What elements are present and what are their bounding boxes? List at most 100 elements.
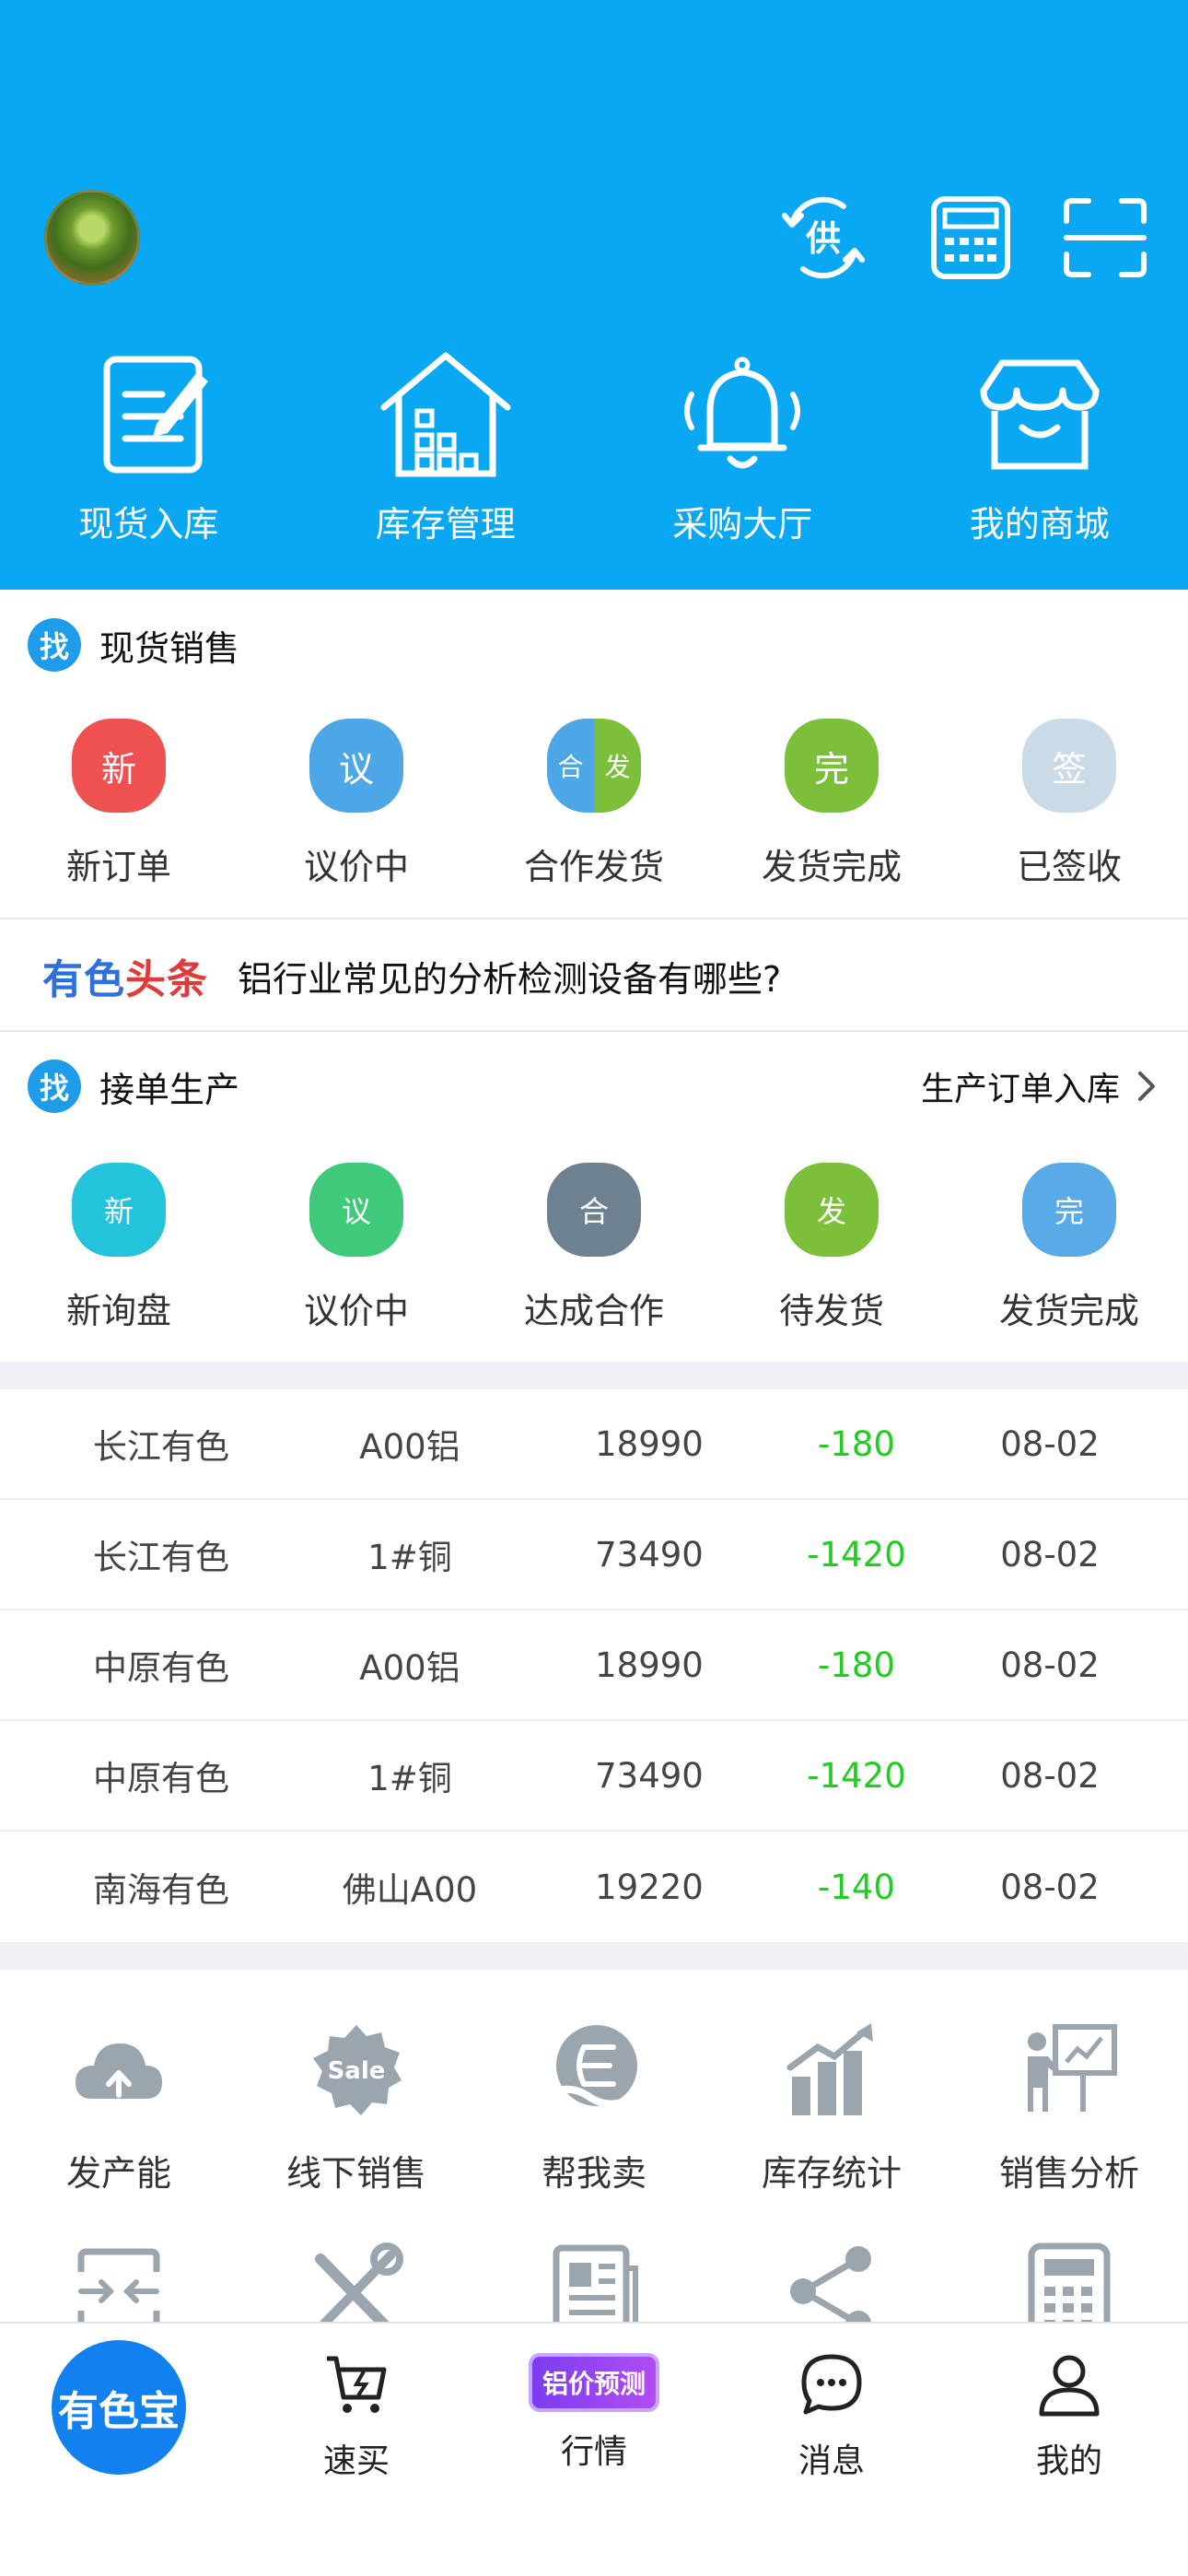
product-cell: 1#铜 [367,1759,452,1798]
status-label: 发货完成 [761,847,902,887]
price-cell: 18990 [595,1423,704,1464]
nav-me[interactable]: 我的 [950,2324,1188,2576]
status-signed[interactable]: 签 已签收 [950,719,1188,894]
scan-icon[interactable] [1061,195,1149,280]
change-cell: -180 [818,1645,895,1685]
supply-icon-char: 供 [806,218,841,259]
status-new-order[interactable]: 新 新订单 [0,719,238,894]
status-ship-done[interactable]: 完 发货完成 [713,719,950,894]
change-cell: -140 [818,1867,895,1907]
product-cell: 佛山A00 [342,1870,478,1910]
sale-text: Sale [328,2057,386,2085]
tool-label: 发产能 [65,2153,171,2194]
quick-inventory[interactable]: 库存管理 [297,350,595,553]
status-negotiating[interactable]: 议 议价中 [238,1163,475,1338]
news-brand-a: 有色 [42,956,125,1003]
warehouse-icon [377,350,515,479]
find-badge: 找 [28,1060,81,1113]
divider [0,918,1188,919]
price-forecast-badge[interactable]: 铝价预测 [529,2353,659,2412]
status-label: 新询盘 [65,1291,171,1331]
change-cell: -180 [818,1423,895,1464]
nav-quick-buy[interactable]: 速买 [238,2324,475,2576]
status-label: 待发货 [778,1291,884,1331]
date-cell: 08-02 [1000,1534,1100,1575]
news-ticker[interactable]: 有色头条 铝行业常见的分析检测设备有哪些? [0,921,1188,1030]
table-row[interactable]: 长江有色 1#铜 73490 -1420 08-02 [0,1500,1188,1610]
link-label: 生产订单入库 [920,1071,1120,1108]
section-gap [0,1942,1188,1970]
status-icon: 新 [72,719,166,813]
status-icon: 合 发 [547,719,641,813]
nav-label: 速买 [322,2442,390,2480]
change-cell: -1420 [807,1755,906,1796]
status-ship-done[interactable]: 完 发货完成 [950,1163,1188,1338]
tool-publish-capacity[interactable]: 发产能 [0,2008,238,2230]
quick-purchase-hall[interactable]: 采购大厅 [594,350,891,553]
chevron-right-icon [1138,1071,1155,1101]
date-cell: 08-02 [1000,1423,1100,1464]
status-negotiating[interactable]: 议 议价中 [238,719,475,894]
supply-exchange-icon[interactable]: 供 [779,195,868,280]
quick-stock-in[interactable]: 现货入库 [0,350,297,553]
home-button[interactable]: 有色宝 [52,2340,186,2475]
table-row[interactable]: 南海有色 佛山A00 19220 -140 08-02 [0,1832,1188,1942]
quick-nav-label: 库存管理 [375,504,516,544]
quick-my-shop[interactable]: 我的商城 [891,350,1188,553]
find-badge: 找 [28,618,81,672]
status-icon: 完 [1022,1163,1116,1257]
status-icon: 合 [547,1163,641,1257]
news-headline[interactable]: 铝行业常见的分析检测设备有哪些? [238,951,781,1001]
production-status-row: 新 新询盘 议 议价中 合 达成合作 发 待发货 完 发货完成 [0,1163,1188,1338]
calculator-icon[interactable] [926,195,1015,280]
nav-label: 我的 [1035,2442,1102,2480]
tool-sales-analysis[interactable]: 销售分析 [950,2008,1188,2230]
chat-icon [795,2348,868,2421]
table-row[interactable]: 中原有色 A00铝 18990 -180 08-02 [0,1610,1188,1721]
tool-label: 库存统计 [761,2153,902,2194]
bottom-nav: 有色宝 速买 铝价预测 行情 消息 我的 [0,2322,1188,2576]
presentation-icon [1014,2020,1124,2121]
status-label: 已签收 [1016,847,1122,887]
tool-label: 帮我卖 [541,2153,646,2194]
tool-help-sell[interactable]: 帮我卖 [475,2008,713,2230]
nav-home[interactable]: 有色宝 [0,2324,238,2576]
user-icon [1032,2348,1106,2421]
date-cell: 08-02 [1000,1867,1100,1907]
section-title: 接单生产 [99,1069,240,1110]
table-row[interactable]: 长江有色 A00铝 18990 -180 08-02 [0,1389,1188,1500]
status-icon: 议 [309,1163,403,1257]
price-cell: 73490 [595,1755,704,1796]
nav-label: 行情 [560,2433,627,2471]
nav-messages[interactable]: 消息 [713,2324,950,2576]
status-to-ship[interactable]: 发 待发货 [713,1163,950,1338]
tool-label: 销售分析 [998,2153,1139,2194]
hand-coin-icon [539,2020,649,2121]
date-cell: 08-02 [1000,1645,1100,1685]
nav-market[interactable]: 铝价预测 行情 [475,2324,713,2576]
section-gap [0,1362,1188,1389]
price-cell: 18990 [595,1645,704,1685]
status-icon: 签 [1022,719,1116,813]
quick-nav-label: 采购大厅 [672,504,813,544]
market-cell: 中原有色 [93,1648,229,1688]
avatar[interactable] [44,190,140,286]
table-row[interactable]: 中原有色 1#铜 73490 -1420 08-02 [0,1721,1188,1832]
status-glyph-right: 发 [594,719,641,813]
status-icon: 完 [785,719,879,813]
status-new-inquiry[interactable]: 新 新询盘 [0,1163,238,1338]
document-edit-icon [79,350,217,479]
tool-inventory-stats[interactable]: 库存统计 [713,2008,950,2230]
status-icon: 发 [785,1163,879,1257]
status-label: 议价中 [303,847,409,887]
production-header: 找 接单生产 生产订单入库 [0,1036,1188,1137]
production-order-link[interactable]: 生产订单入库 [921,1062,1160,1110]
price-cell: 19220 [595,1867,704,1907]
quick-nav-label: 现货入库 [78,504,219,544]
quick-nav-label: 我的商城 [969,504,1110,544]
status-coop-ship[interactable]: 合 发 合作发货 [475,719,713,894]
spot-sales-status-row: 新 新订单 议 议价中 合 发 合作发货 完 发货完成 签 已签收 [0,719,1188,894]
status-agreed[interactable]: 合 达成合作 [475,1163,713,1338]
product-cell: A00铝 [359,1648,460,1688]
tool-offline-sale[interactable]: Sale 线下销售 [238,2008,475,2230]
